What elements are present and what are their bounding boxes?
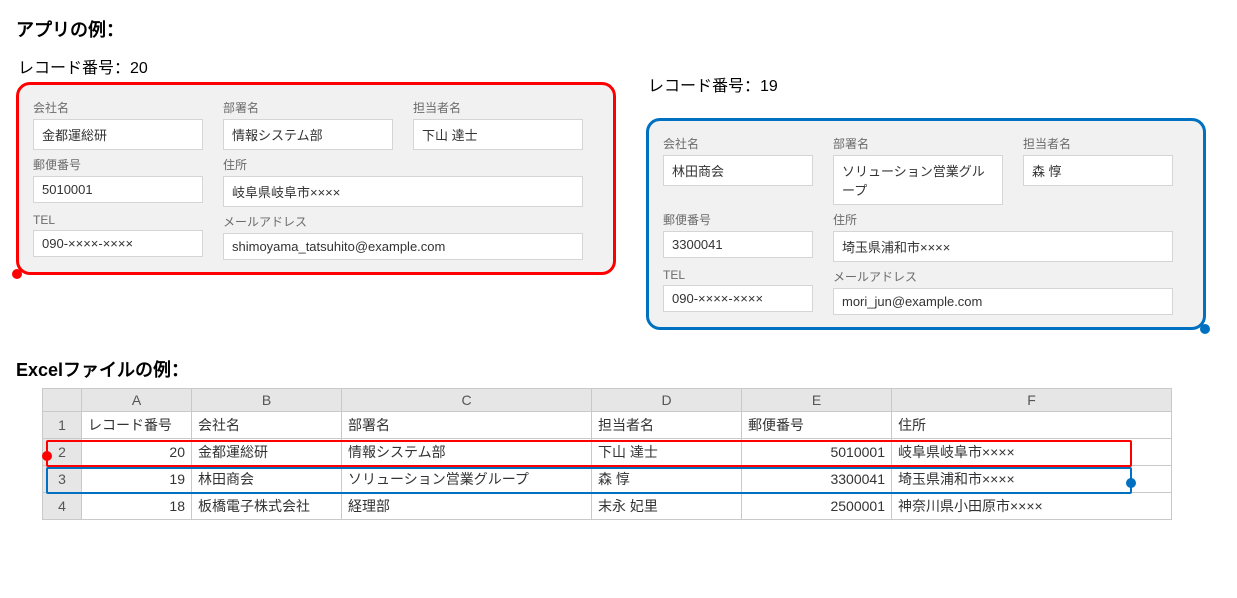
record20-postal: 5010001 <box>33 176 203 203</box>
excel-row-4: 4 18 板橋電子株式会社 経理部 末永 妃里 2500001 神奈川県小田原市… <box>43 493 1172 520</box>
excel-r3-company: 林田商会 <box>192 466 342 493</box>
excel-r3-department: ソリューション営業グループ <box>342 466 592 493</box>
excel-r2-recordno: 20 <box>82 439 192 466</box>
field-label-postal: 郵便番号 <box>33 156 203 173</box>
connector-dot-red-card <box>12 269 22 279</box>
excel-col-C: C <box>342 389 592 412</box>
excel-r4-recordno: 18 <box>82 493 192 520</box>
field-label-contact: 担当者名 <box>413 99 583 116</box>
excel-r2-address: 岐阜県岐阜市×××× <box>892 439 1172 466</box>
excel-header-company: 会社名 <box>192 412 342 439</box>
excel-r3-contact: 森 惇 <box>592 466 742 493</box>
record-number-prefix-2: レコード番号： <box>648 78 760 95</box>
excel-r3-address: 埼玉県浦和市×××× <box>892 466 1172 493</box>
record19-contact: 森 惇 <box>1023 155 1173 186</box>
excel-r4-address: 神奈川県小田原市×××× <box>892 493 1172 520</box>
field-label-department-2: 部署名 <box>833 135 1003 152</box>
record20-number: 20 <box>130 60 148 77</box>
record19-address: 埼玉県浦和市×××× <box>833 231 1173 262</box>
record20-company: 金都運総研 <box>33 119 203 150</box>
field-label-mail: メールアドレス <box>223 213 583 230</box>
record19-mail: mori_jun@example.com <box>833 288 1173 315</box>
connector-dot-blue-card <box>1200 324 1210 334</box>
excel-row-3: 3 19 林田商会 ソリューション営業グループ 森 惇 3300041 埼玉県浦… <box>43 466 1172 493</box>
record19-block: レコード番号：19 会社名 林田商会 部署名 ソリューション営業グループ 担当者… <box>646 50 1206 330</box>
excel-r2-postal: 5010001 <box>742 439 892 466</box>
excel-r4-department: 経理部 <box>342 493 592 520</box>
excel-r4-company: 板橋電子株式会社 <box>192 493 342 520</box>
excel-col-F: F <box>892 389 1172 412</box>
excel-col-D: D <box>592 389 742 412</box>
field-label-mail-2: メールアドレス <box>833 268 1173 285</box>
excel-rownum-3: 3 <box>43 466 82 493</box>
record20-card: 会社名 金都運総研 部署名 情報システム部 担当者名 下山 達士 郵便番号 50… <box>16 82 616 275</box>
field-label-address: 住所 <box>223 156 583 173</box>
cards-row: レコード番号：20 会社名 金都運総研 部署名 情報システム部 担当者名 下山 … <box>16 50 1221 330</box>
record19-title: レコード番号：19 <box>648 72 1206 96</box>
field-label-department: 部署名 <box>223 99 393 116</box>
excel-r4-postal: 2500001 <box>742 493 892 520</box>
record20-block: レコード番号：20 会社名 金都運総研 部署名 情報システム部 担当者名 下山 … <box>16 50 616 275</box>
excel-rownum-4: 4 <box>43 493 82 520</box>
record20-department: 情報システム部 <box>223 119 393 150</box>
excel-r2-department: 情報システム部 <box>342 439 592 466</box>
excel-r4-contact: 末永 妃里 <box>592 493 742 520</box>
excel-r3-postal: 3300041 <box>742 466 892 493</box>
excel-r3-recordno: 19 <box>82 466 192 493</box>
record20-contact: 下山 達士 <box>413 119 583 150</box>
excel-table-wrap: A B C D E F 1 レコード番号 会社名 部署名 担当者名 郵便番号 住… <box>16 388 1172 520</box>
record-number-prefix: レコード番号： <box>18 60 130 77</box>
field-label-tel: TEL <box>33 213 203 227</box>
excel-column-letters-row: A B C D E F <box>43 389 1172 412</box>
record20-address: 岐阜県岐阜市×××× <box>223 176 583 207</box>
excel-header-row: 1 レコード番号 会社名 部署名 担当者名 郵便番号 住所 <box>43 412 1172 439</box>
excel-r2-contact: 下山 達士 <box>592 439 742 466</box>
excel-header-postal: 郵便番号 <box>742 412 892 439</box>
excel-header-address: 住所 <box>892 412 1172 439</box>
field-label-company-2: 会社名 <box>663 135 813 152</box>
record20-title: レコード番号：20 <box>18 54 616 78</box>
record19-card: 会社名 林田商会 部署名 ソリューション営業グループ 担当者名 森 惇 郵便番号… <box>646 118 1206 330</box>
excel-header-contact: 担当者名 <box>592 412 742 439</box>
record19-number: 19 <box>760 78 778 95</box>
field-label-contact-2: 担当者名 <box>1023 135 1173 152</box>
record19-tel: 090-××××-×××× <box>663 285 813 312</box>
excel-corner <box>43 389 82 412</box>
excel-rownum-1: 1 <box>43 412 82 439</box>
field-label-company: 会社名 <box>33 99 203 116</box>
excel-header-department: 部署名 <box>342 412 592 439</box>
field-label-postal-2: 郵便番号 <box>663 211 813 228</box>
record19-company: 林田商会 <box>663 155 813 186</box>
excel-row-2: 2 20 金都運総研 情報システム部 下山 達士 5010001 岐阜県岐阜市×… <box>43 439 1172 466</box>
excel-col-E: E <box>742 389 892 412</box>
record20-tel: 090-××××-×××× <box>33 230 203 257</box>
heading-app-example: アプリの例： <box>16 16 1221 42</box>
field-label-address-2: 住所 <box>833 211 1173 228</box>
excel-col-B: B <box>192 389 342 412</box>
excel-table: A B C D E F 1 レコード番号 会社名 部署名 担当者名 郵便番号 住… <box>42 388 1172 520</box>
record19-department: ソリューション営業グループ <box>833 155 1003 205</box>
field-label-tel-2: TEL <box>663 268 813 282</box>
excel-rownum-2: 2 <box>43 439 82 466</box>
excel-col-A: A <box>82 389 192 412</box>
excel-r2-company: 金都運総研 <box>192 439 342 466</box>
heading-excel-example: Excelファイルの例： <box>16 356 1221 382</box>
record19-postal: 3300041 <box>663 231 813 258</box>
excel-header-record-no: レコード番号 <box>82 412 192 439</box>
record20-mail: shimoyama_tatsuhito@example.com <box>223 233 583 260</box>
